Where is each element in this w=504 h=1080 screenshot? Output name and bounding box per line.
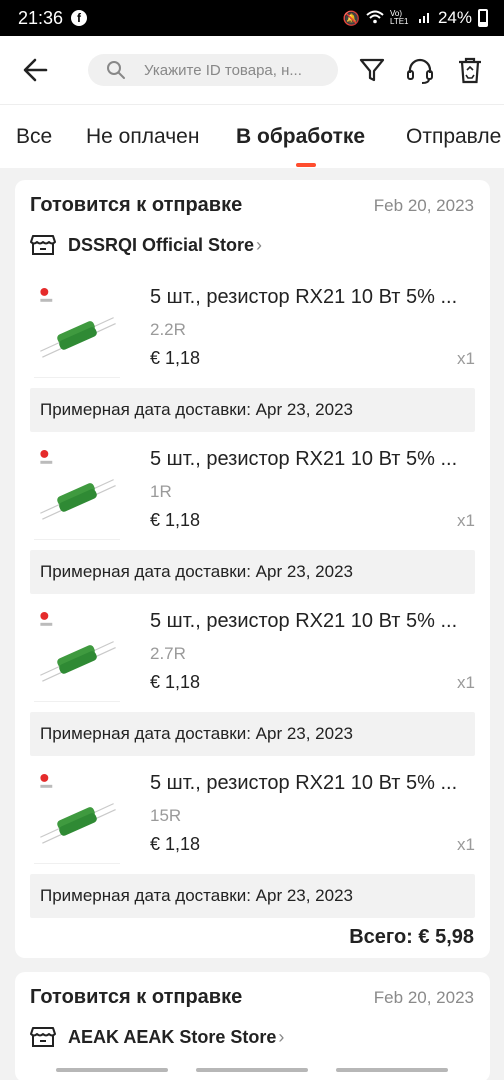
store-icon — [30, 235, 56, 255]
item-price: € 1,18 — [150, 348, 201, 368]
nav-gesture-bar[interactable] — [56, 1068, 168, 1072]
item-title: 5 шт., резистор RX21 10 Вт 5% ... — [150, 772, 458, 794]
item-price: € 1,18 — [150, 510, 201, 530]
tab-shipped[interactable]: Отправле — [406, 125, 501, 149]
item-quantity: x1 — [457, 835, 475, 854]
app-header — [0, 36, 504, 104]
status-bar: 21:36 f 🔕 Vo) LTE1 24% — [0, 0, 504, 36]
headset-support-icon[interactable] — [406, 56, 434, 84]
back-arrow-icon[interactable] — [22, 54, 50, 86]
item-title: 5 шт., резистор RX21 10 Вт 5% ... — [150, 286, 458, 308]
chevron-right-icon: › — [278, 1026, 285, 1047]
item-variant: 2.7R — [150, 644, 186, 663]
item-title: 5 шт., резистор RX21 10 Вт 5% ... — [150, 610, 458, 632]
item-quantity: x1 — [457, 349, 475, 368]
store-name: DSSRQI Official Store — [68, 234, 255, 255]
store-name: AEAK AEAK Store Store — [68, 1026, 277, 1047]
product-thumbnail — [34, 444, 120, 540]
item-quantity: x1 — [457, 511, 475, 530]
order-status: Готовится к отправке — [30, 194, 243, 216]
store-link[interactable]: AEAK AEAK Store Store › — [30, 1026, 284, 1048]
chevron-right-icon: › — [256, 234, 263, 255]
product-thumbnail — [34, 606, 120, 702]
system-navigation-bar — [0, 1060, 504, 1080]
item-variant: 2.2R — [150, 320, 186, 339]
wifi-icon — [366, 10, 384, 27]
mute-icon: 🔕 — [342, 9, 360, 26]
nav-gesture-bar[interactable] — [196, 1068, 308, 1072]
order-total: Всего: € 5,98 — [349, 926, 474, 948]
tab-unpaid[interactable]: Не оплачен — [86, 125, 199, 149]
tab-all[interactable]: Все — [16, 125, 52, 149]
store-link[interactable]: DSSRQI Official Store › — [30, 234, 262, 256]
product-thumbnail — [34, 282, 120, 378]
battery-icon — [478, 9, 488, 27]
filter-icon[interactable] — [358, 56, 386, 84]
order-date: Feb 20, 2023 — [373, 196, 474, 215]
active-tab-indicator — [296, 163, 316, 167]
order-date: Feb 20, 2023 — [373, 988, 474, 1007]
order-status: Готовится к отправке — [30, 986, 243, 1008]
item-price: € 1,18 — [150, 834, 201, 854]
search-input[interactable] — [144, 61, 334, 79]
tab-processing[interactable]: В обработке — [236, 125, 365, 149]
item-variant: 1R — [150, 482, 172, 501]
lte-label: Vo) LTE1 — [389, 9, 409, 26]
item-price: € 1,18 — [150, 672, 201, 692]
item-variant: 15R — [150, 806, 182, 825]
delivery-estimate: Примерная дата доставки: Apr 23, 2023 — [30, 388, 475, 432]
battery-percent: 24% — [437, 8, 472, 27]
signal-icon — [418, 10, 432, 27]
facebook-icon: f — [71, 10, 88, 26]
status-time: 21:36 — [18, 7, 64, 28]
order-card[interactable]: Готовится к отправке Feb 20, 2023 DSSRQI… — [15, 180, 490, 958]
item-quantity: x1 — [457, 673, 475, 692]
delivery-estimate: Примерная дата доставки: Apr 23, 2023 — [30, 874, 475, 918]
order-item[interactable]: 5 шт., резистор RX21 10 Вт 5% ... 15R € … — [30, 768, 475, 866]
search-icon — [107, 61, 125, 79]
nav-gesture-bar[interactable] — [336, 1068, 448, 1072]
order-item[interactable]: 5 шт., резистор RX21 10 Вт 5% ... 2.7R €… — [30, 606, 475, 704]
item-title: 5 шт., резистор RX21 10 Вт 5% ... — [150, 448, 458, 470]
recycle-bin-icon[interactable] — [456, 56, 484, 84]
delivery-estimate: Примерная дата доставки: Apr 23, 2023 — [30, 550, 475, 594]
store-icon — [30, 1027, 56, 1047]
search-bar[interactable] — [88, 54, 338, 86]
order-tabs: Все Не оплачен В обработке Отправле — [0, 104, 504, 168]
order-item[interactable]: 5 шт., резистор RX21 10 Вт 5% ... 1R € 1… — [30, 444, 475, 542]
delivery-estimate: Примерная дата доставки: Apr 23, 2023 — [30, 712, 475, 756]
product-thumbnail — [34, 768, 120, 864]
order-item[interactable]: 5 шт., резистор RX21 10 Вт 5% ... 2.2R €… — [30, 282, 475, 380]
